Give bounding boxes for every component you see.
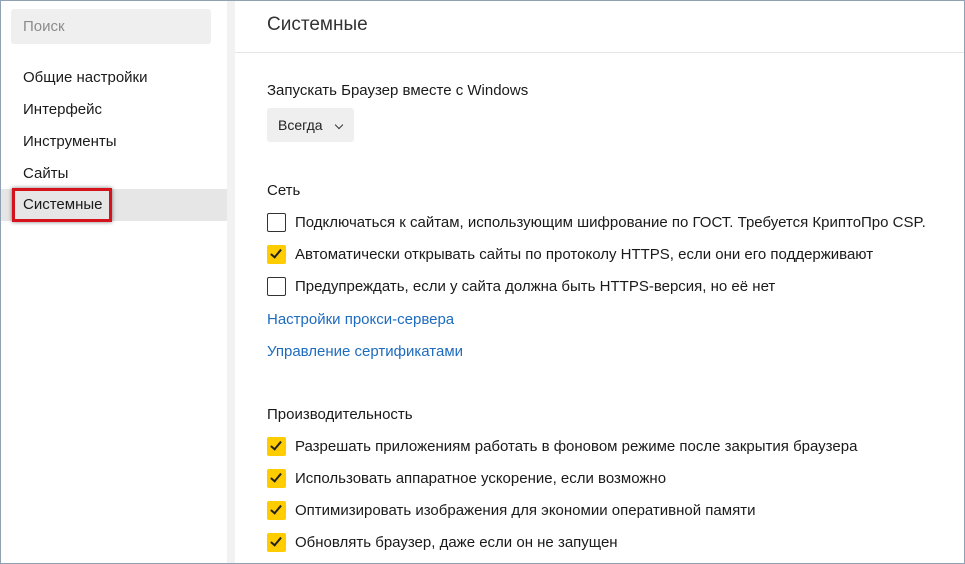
- chevron-down-icon: [334, 120, 344, 130]
- option-label: Автоматически открывать сайты по протоко…: [295, 246, 874, 263]
- checkmark-icon: [270, 502, 282, 515]
- panel-divider: [227, 1, 235, 563]
- option-label: Подключаться к сайтам, использующим шифр…: [295, 214, 926, 231]
- startup-section-title: Запускать Браузер вместе с Windows: [267, 82, 529, 99]
- performance-section-title: Производительность: [267, 406, 413, 423]
- search-input[interactable]: Поиск: [11, 9, 211, 44]
- checkbox[interactable]: [267, 245, 286, 264]
- checkbox[interactable]: [267, 277, 286, 296]
- startup-dropdown[interactable]: Всегда: [267, 108, 354, 142]
- sidebar-item-general[interactable]: Общие настройки: [1, 62, 227, 94]
- settings-content: Системные Запускать Браузер вместе с Win…: [235, 1, 964, 563]
- settings-window: Поиск Общие настройки Интерфейс Инструме…: [0, 0, 965, 564]
- checkbox[interactable]: [267, 533, 286, 552]
- proxy-settings-link[interactable]: Настройки прокси-сервера: [267, 311, 454, 328]
- certificates-link[interactable]: Управление сертификатами: [267, 343, 463, 360]
- checkbox[interactable]: [267, 437, 286, 456]
- checkmark-icon: [270, 246, 282, 259]
- option-label: Обновлять браузер, даже если он не запущ…: [295, 534, 618, 551]
- option-label: Использовать аппаратное ускорение, если …: [295, 470, 667, 487]
- network-section-title: Сеть: [267, 182, 301, 199]
- checkbox[interactable]: [267, 213, 286, 232]
- option-label: Разрешать приложениям работать в фоновом…: [295, 438, 858, 455]
- page-title: Системные: [267, 14, 368, 35]
- sidebar-item-sites[interactable]: Сайты: [1, 158, 227, 190]
- checkbox[interactable]: [267, 501, 286, 520]
- sidebar-item-tools[interactable]: Инструменты: [1, 126, 227, 158]
- option-label: Предупреждать, если у сайта должна быть …: [295, 278, 776, 295]
- title-separator: [235, 52, 964, 53]
- sidebar-item-label: Системные: [23, 196, 103, 213]
- checkmark-icon: [270, 470, 282, 483]
- sidebar-item-system[interactable]: Системные: [1, 188, 227, 222]
- sidebar-item-interface[interactable]: Интерфейс: [1, 94, 227, 126]
- option-label: Оптимизировать изображения для экономии …: [295, 502, 756, 519]
- checkbox[interactable]: [267, 469, 286, 488]
- sidebar: Поиск Общие настройки Интерфейс Инструме…: [1, 1, 227, 563]
- checkmark-icon: [270, 438, 282, 451]
- dropdown-value: Всегда: [278, 117, 323, 133]
- checkmark-icon: [270, 534, 282, 547]
